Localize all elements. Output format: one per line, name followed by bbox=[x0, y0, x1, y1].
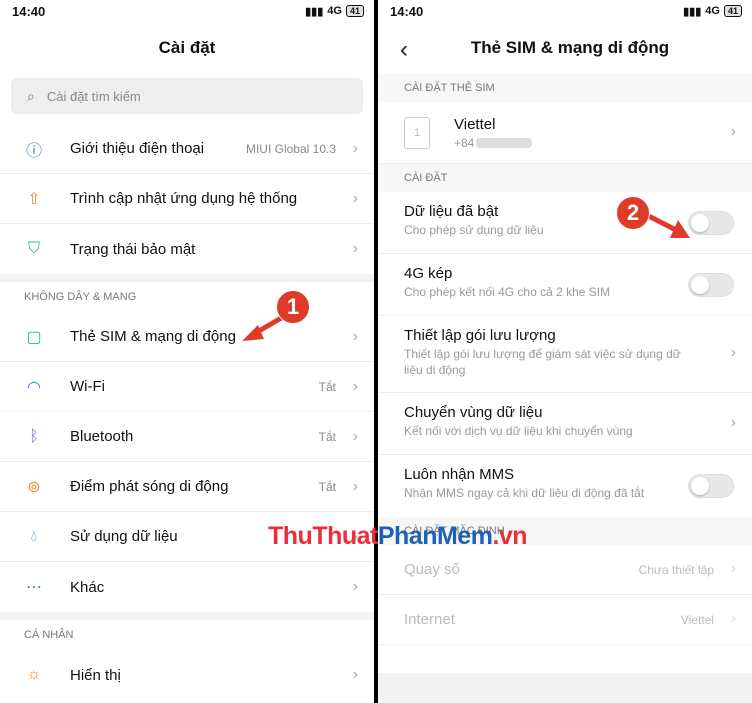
always-mms-toggle[interactable] bbox=[688, 474, 734, 498]
search-placeholder: Cài đặt tìm kiếm bbox=[46, 88, 141, 104]
back-arrow-icon[interactable]: ‹ bbox=[400, 36, 408, 64]
list-group-wireless: ▢ Thẻ SIM & mạng di động › ◠ Wi-Fi Tắt ›… bbox=[0, 312, 374, 612]
info-icon: ⓘ bbox=[25, 142, 42, 160]
settings-item-system-updater[interactable]: ⇧ Trình cập nhật ứng dụng hệ thống › bbox=[0, 174, 374, 224]
section-header-personal: CÁ NHÂN bbox=[0, 620, 374, 650]
network-type: 4G bbox=[705, 5, 720, 17]
settings-item-bluetooth[interactable]: ᛒ Bluetooth Tắt › bbox=[0, 412, 374, 462]
redacted-number bbox=[476, 138, 533, 149]
data-usage-icon: 💧︎ bbox=[30, 527, 38, 545]
setting-dual-4g[interactable]: 4G kép Cho phép kết nối 4G cho cả 2 khe … bbox=[378, 254, 752, 316]
section-header-wireless: KHÔNG DÂY & MẠNG bbox=[0, 282, 374, 312]
chevron-right-icon: › bbox=[352, 477, 358, 495]
setting-always-mms[interactable]: Luôn nhận MMS Nhận MMS ngay cả khi dữ li… bbox=[378, 455, 752, 517]
sim-icon: ▢ bbox=[26, 328, 42, 346]
update-icon: ⇧ bbox=[27, 190, 41, 208]
watermark: ThuThuatPhanMem.vn bbox=[268, 522, 528, 550]
sim-card-icon: 1 bbox=[404, 116, 430, 149]
sim-carrier: Viettel bbox=[454, 115, 496, 133]
settings-item-sim[interactable]: ▢ Thẻ SIM & mạng di động › bbox=[0, 312, 374, 362]
search-icon: ⌕ bbox=[27, 87, 35, 104]
bluetooth-icon: ᛒ bbox=[29, 427, 39, 445]
settings-item-security-status[interactable]: ⛉ Trạng thái bảo mật › bbox=[0, 224, 374, 274]
sim-card-item[interactable]: 1 Viettel +84 › bbox=[378, 102, 752, 164]
status-time: 14:40 bbox=[390, 3, 424, 19]
battery-icon: 41 bbox=[345, 5, 364, 17]
chevron-right-icon: › bbox=[730, 122, 736, 140]
setting-data-roaming[interactable]: Chuyển vùng dữ liệu Kết nối với dịch vụ … bbox=[378, 393, 752, 455]
shield-icon: ⛉ bbox=[27, 240, 40, 257]
chevron-right-icon: › bbox=[730, 344, 736, 361]
default-internet[interactable]: Internet Viettel › bbox=[378, 595, 752, 645]
signal-icon: ▮▮▮ bbox=[683, 5, 702, 18]
chevron-right-icon: › bbox=[352, 327, 358, 345]
settings-item-more[interactable]: ⋯ Khác › bbox=[0, 562, 374, 612]
list-group-about: ⓘ Giới thiệu điện thoại MIUI Global 10.3… bbox=[0, 124, 374, 274]
search-input[interactable]: ⌕ Cài đặt tìm kiếm bbox=[11, 78, 363, 114]
wifi-icon: ◠ bbox=[27, 378, 41, 396]
settings-item-about-phone[interactable]: ⓘ Giới thiệu điện thoại MIUI Global 10.3… bbox=[0, 124, 374, 174]
page-title: Thẻ SIM & mạng di động bbox=[470, 38, 670, 57]
chevron-right-icon: › bbox=[352, 189, 358, 207]
sim-mobile-network-screen: 14:40 ▮▮▮ 4G 41 ‹ Thẻ SIM & mạng di động… bbox=[378, 0, 752, 703]
annotation-badge-2: 2 bbox=[616, 196, 650, 230]
status-bar: 14:40 ▮▮▮ 4G 41 bbox=[0, 0, 374, 22]
section-header-settings: CÀI ĐẶT bbox=[378, 164, 752, 192]
chevron-right-icon: › bbox=[352, 578, 358, 595]
settings-item-display[interactable]: ☼ Hiển thị › bbox=[0, 650, 374, 700]
section-header-sim: CÀI ĐẶT THẺ SIM bbox=[378, 74, 752, 102]
chevron-right-icon: › bbox=[730, 413, 736, 431]
chevron-right-icon: › bbox=[730, 559, 736, 577]
chevron-right-icon: › bbox=[352, 427, 358, 445]
page-title: Cài đặt bbox=[158, 38, 216, 57]
annotation-badge-1: 1 bbox=[276, 290, 310, 324]
more-icon: ⋯ bbox=[26, 579, 42, 596]
sim-number: +84 bbox=[454, 135, 475, 150]
chevron-right-icon: › bbox=[352, 666, 358, 683]
battery-icon: 41 bbox=[723, 5, 742, 17]
default-dialer[interactable]: Quay số Chưa thiết lập › bbox=[378, 545, 752, 595]
status-time: 14:40 bbox=[12, 3, 46, 19]
display-icon: ☼ bbox=[26, 666, 42, 683]
network-type: 4G bbox=[327, 5, 342, 17]
chevron-right-icon: › bbox=[352, 139, 358, 157]
chevron-right-icon: › bbox=[730, 609, 736, 627]
chevron-right-icon: › bbox=[352, 377, 358, 395]
dual-4g-toggle[interactable] bbox=[688, 272, 734, 297]
signal-icon: ▮▮▮ bbox=[305, 5, 324, 18]
status-bar: 14:40 ▮▮▮ 4G 41 bbox=[378, 0, 752, 22]
setting-data-plan[interactable]: Thiết lập gói lưu lượng Thiết lập gói lư… bbox=[378, 316, 752, 393]
chevron-right-icon: › bbox=[352, 240, 358, 257]
hotspot-icon: ⊚ bbox=[27, 478, 41, 496]
settings-screen: 14:40 ▮▮▮ 4G 41 Cài đặt ⌕ Cài đặt tìm ki… bbox=[0, 0, 374, 703]
settings-item-wifi[interactable]: ◠ Wi-Fi Tắt › bbox=[0, 362, 374, 412]
settings-item-hotspot[interactable]: ⊚ Điểm phát sóng di động Tắt › bbox=[0, 462, 374, 512]
